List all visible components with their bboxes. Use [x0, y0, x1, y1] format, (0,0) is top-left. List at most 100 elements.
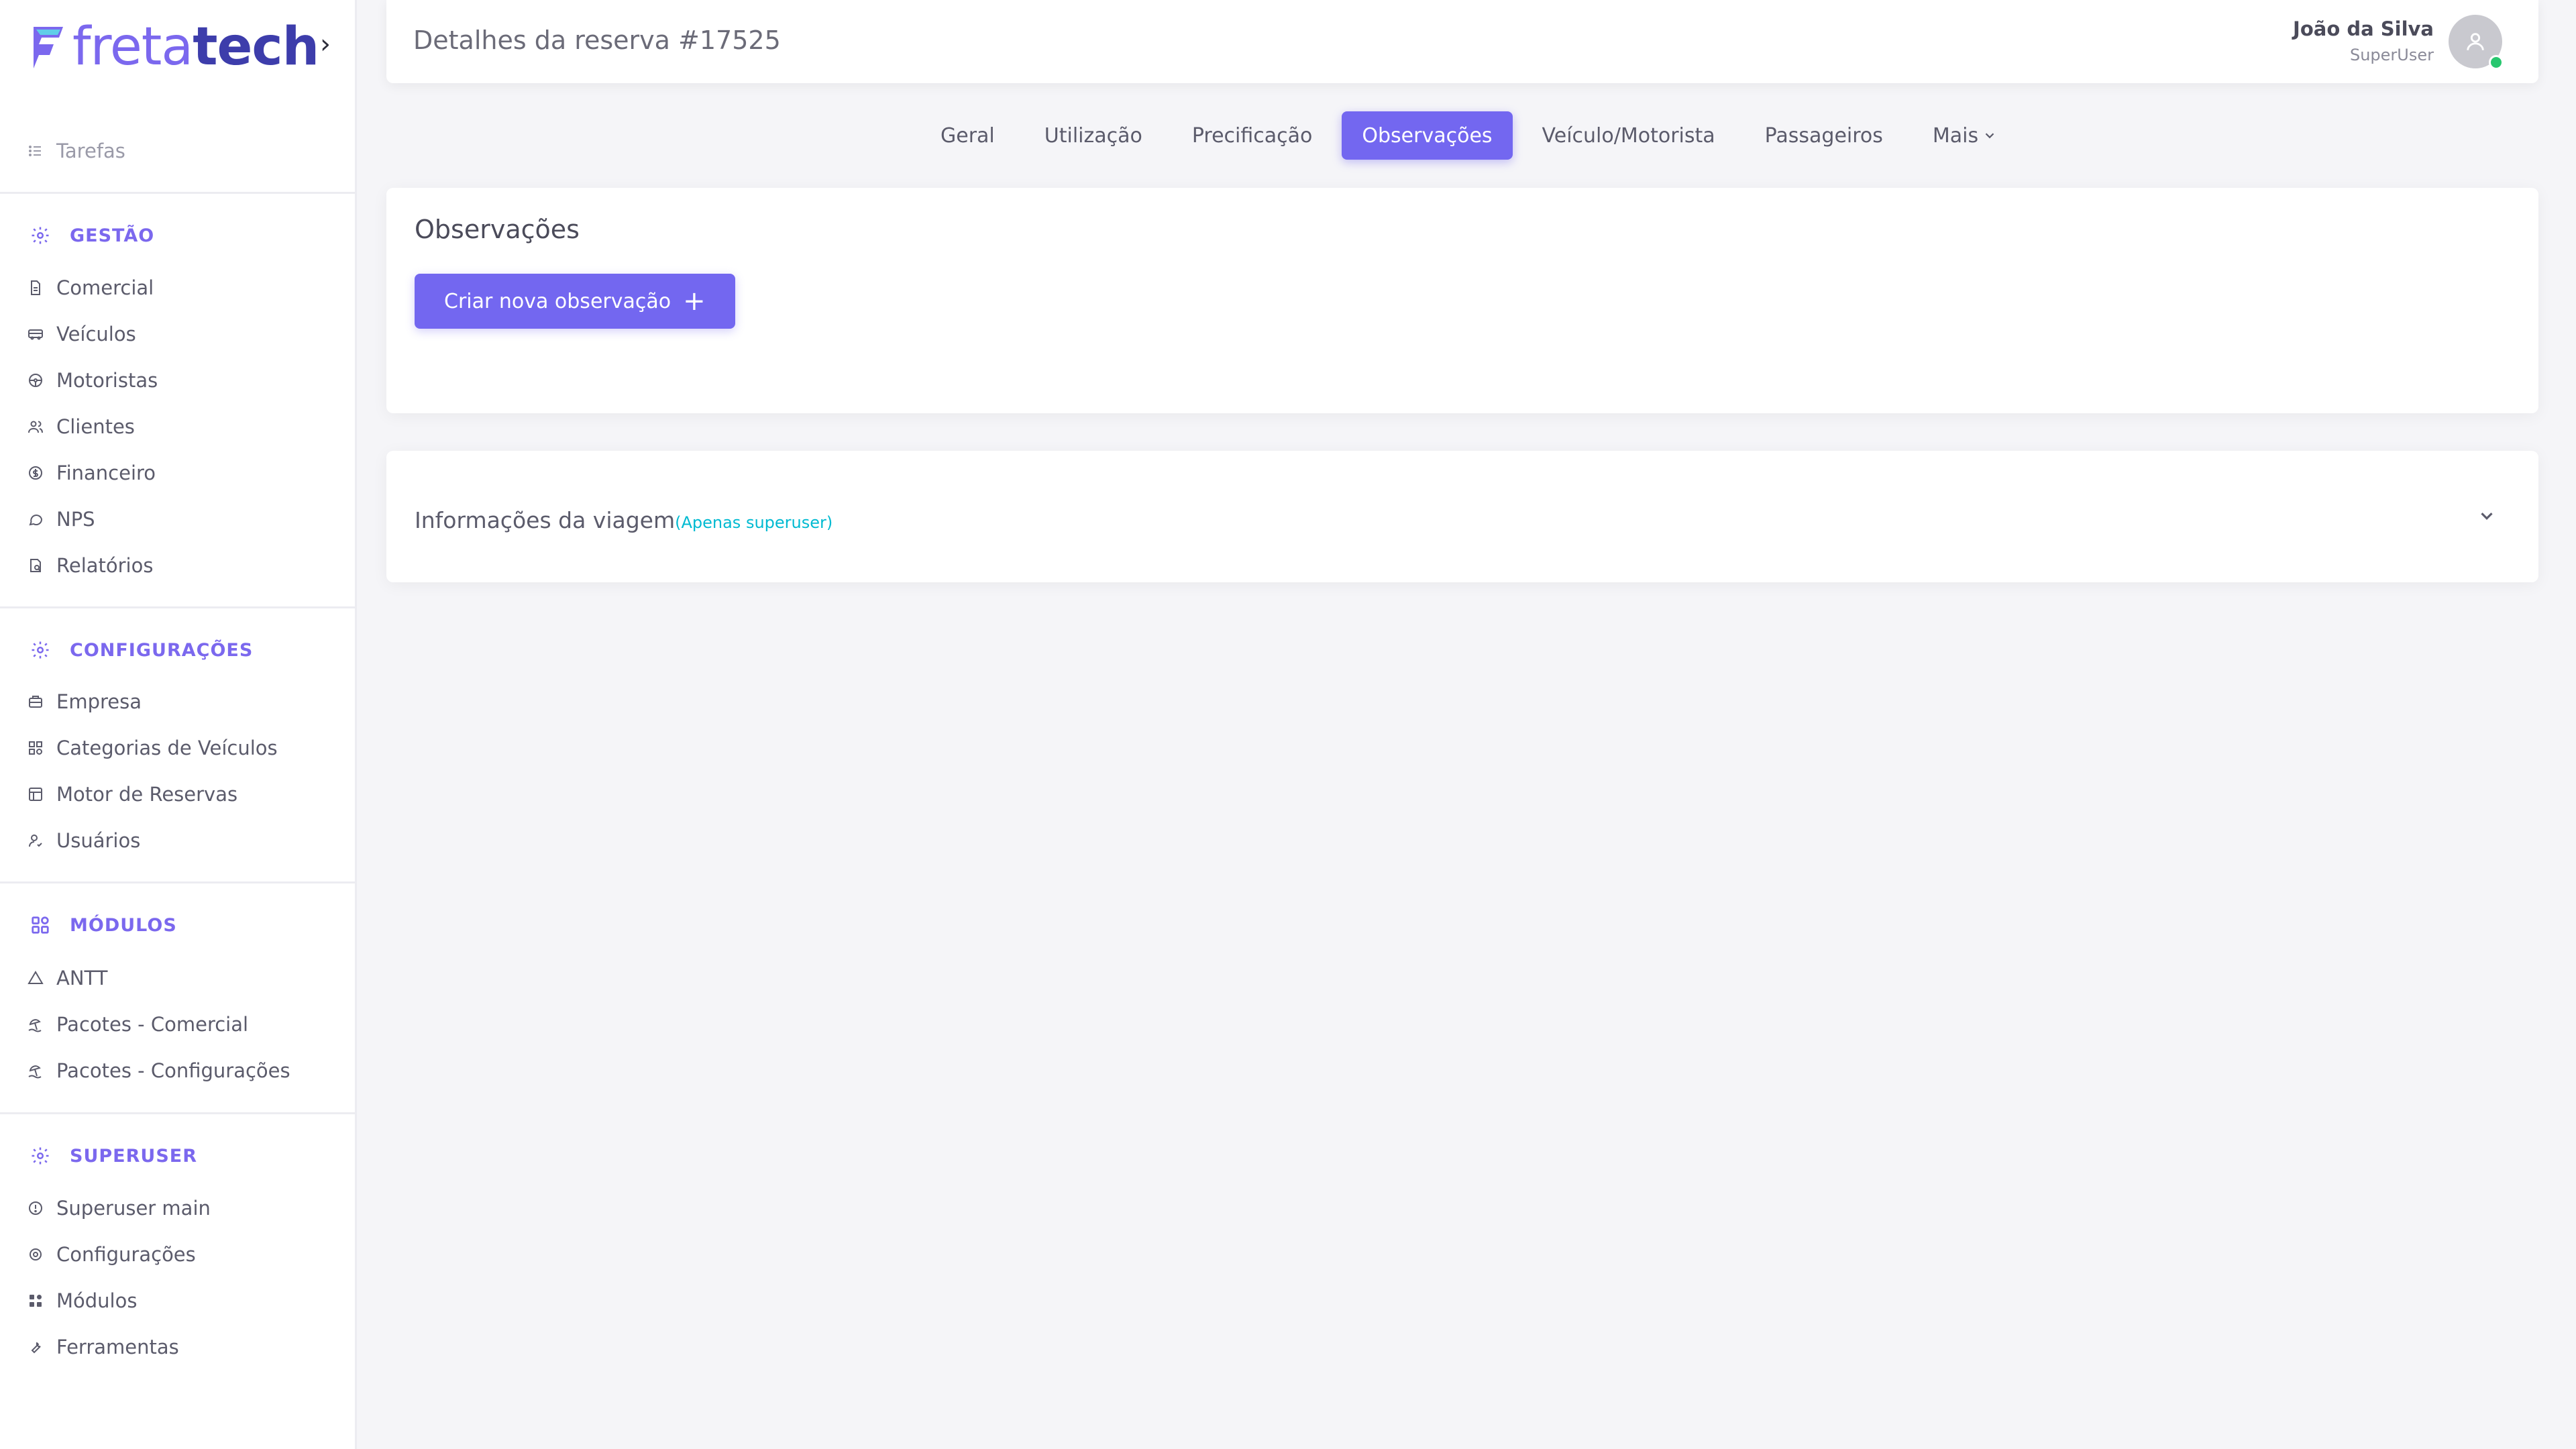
gear-icon [30, 225, 51, 246]
modules-icon [27, 1292, 44, 1309]
button-label: Criar nova observação [444, 289, 672, 313]
sidebar-item-usuarios[interactable]: Usuários [27, 824, 140, 857]
sidebar-item-motoristas[interactable]: Motoristas [27, 364, 158, 397]
document-icon [27, 279, 44, 297]
section-title: CONFIGURAÇÕES [70, 639, 254, 661]
tab-label: Utilização [1044, 123, 1142, 148]
sidebar-item-label: Clientes [56, 415, 135, 438]
sidebar-item-nps[interactable]: NPS [27, 502, 95, 536]
tab-geral[interactable]: Geral [920, 111, 1015, 160]
beach-icon [27, 1062, 44, 1079]
brand-name: fretatech [72, 21, 319, 73]
trip-info-header: Informações da viagem (Apenas superuser) [415, 507, 833, 533]
chevron-down-icon[interactable] [2477, 506, 2497, 526]
sidebar-item-ferramentas[interactable]: Ferramentas [27, 1330, 179, 1364]
sidebar-divider [0, 1112, 357, 1114]
gear-icon [30, 639, 51, 661]
sidebar-item-label: Financeiro [56, 462, 156, 484]
user-name: João da Silva [2293, 17, 2434, 40]
user-role: SuperUser [2349, 46, 2434, 64]
gear-icon [30, 1145, 51, 1167]
sidebar-item-label: Relatórios [56, 554, 154, 577]
sidebar-item-clientes[interactable]: Clientes [27, 410, 135, 443]
section-superuser: SUPERUSER [30, 1139, 197, 1173]
brand-name-part1: freta [72, 17, 193, 77]
info-circle-icon [27, 1199, 44, 1217]
sidebar-item-antt[interactable]: ANTT [27, 961, 107, 995]
section-modulos: MÓDULOS [30, 908, 177, 942]
sidebar-item-label: Categorias de Veículos [56, 737, 278, 759]
sidebar-item-categorias-veiculos[interactable]: Categorias de Veículos [27, 731, 278, 765]
plus-icon: + [683, 286, 706, 317]
sidebar-item-label: NPS [56, 508, 95, 531]
sidebar-divider [0, 606, 357, 608]
sidebar-toggle-chevron-icon[interactable]: › [315, 29, 335, 60]
sidebar: fretatech › Tarefas GESTÃO Comercial Veí… [0, 0, 357, 1449]
section-gestao: GESTÃO [30, 219, 154, 252]
bus-icon [27, 325, 44, 343]
sidebar-item-label: Comercial [56, 276, 154, 299]
sidebar-item-label: Tarefas [56, 140, 125, 162]
section-title: SUPERUSER [70, 1145, 197, 1167]
building-icon [27, 693, 44, 710]
trip-info-card[interactable]: Informações da viagem (Apenas superuser) [386, 451, 2538, 582]
coin-icon [27, 464, 44, 482]
wrench-icon [27, 1338, 44, 1356]
user-menu[interactable]: João da Silva SuperUser [2293, 15, 2504, 70]
sidebar-item-label: Pacotes - Configurações [56, 1059, 290, 1082]
tab-precificacao[interactable]: Precificação [1172, 111, 1333, 160]
sidebar-item-label: Empresa [56, 690, 142, 713]
sidebar-item-label: ANTT [56, 967, 108, 989]
create-observation-button[interactable]: Criar nova observação + [415, 274, 735, 329]
sidebar-item-pacotes-configuracoes[interactable]: Pacotes - Configurações [27, 1054, 290, 1087]
avatar[interactable] [2449, 15, 2504, 70]
sidebar-divider [0, 881, 357, 883]
user-avatar-icon [2467, 33, 2484, 50]
tab-label: Mais [1932, 123, 1979, 148]
sidebar-item-pacotes-comercial[interactable]: Pacotes - Comercial [27, 1008, 248, 1041]
tab-label: Observações [1362, 123, 1493, 148]
brand-name-part2: tech [193, 17, 319, 77]
brand-logo[interactable]: fretatech [30, 20, 319, 74]
triangle-icon [27, 969, 44, 987]
card-title: Observações [415, 215, 580, 244]
online-status-dot [2489, 55, 2504, 70]
sidebar-item-label: Veículos [56, 323, 136, 345]
sidebar-item-label: Pacotes - Comercial [56, 1013, 249, 1036]
observations-card: Observações Criar nova observação + [386, 188, 2538, 413]
sidebar-item-comercial[interactable]: Comercial [27, 271, 154, 305]
page-title: Detalhes da reserva #17525 [413, 25, 781, 55]
section-title: GESTÃO [70, 225, 155, 246]
tab-mais[interactable]: Mais [1913, 111, 2017, 160]
table-icon [27, 786, 44, 803]
tab-passageiros[interactable]: Passageiros [1745, 111, 1903, 160]
tab-label: Geral [941, 123, 995, 148]
tab-utilizacao[interactable]: Utilização [1024, 111, 1163, 160]
top-header: Detalhes da reserva #17525 João da Silva… [386, 0, 2538, 83]
tab-label: Passageiros [1764, 123, 1883, 148]
user-icon [27, 832, 44, 849]
sidebar-item-tarefas[interactable]: Tarefas [27, 134, 125, 168]
sidebar-divider [0, 192, 357, 194]
list-icon [27, 142, 44, 160]
sidebar-item-relatorios[interactable]: Relatórios [27, 549, 153, 582]
modules-icon [30, 914, 51, 936]
users-icon [27, 418, 44, 435]
sidebar-item-financeiro[interactable]: Financeiro [27, 456, 156, 490]
sidebar-item-label: Ferramentas [56, 1336, 179, 1358]
sidebar-item-veiculos[interactable]: Veículos [27, 317, 136, 351]
tab-veiculo-motorista[interactable]: Veículo/Motorista [1522, 111, 1735, 160]
sidebar-item-label: Motor de Reservas [56, 783, 238, 806]
sidebar-item-superuser-main[interactable]: Superuser main [27, 1191, 211, 1225]
tab-observacoes[interactable]: Observações [1342, 111, 1513, 160]
tab-label: Precificação [1191, 123, 1313, 148]
sidebar-item-configuracoes[interactable]: Configurações [27, 1238, 196, 1271]
sidebar-item-empresa[interactable]: Empresa [27, 685, 142, 718]
report-icon [27, 557, 44, 574]
beach-icon [27, 1016, 44, 1033]
tab-label: Veículo/Motorista [1542, 123, 1715, 148]
sidebar-item-label: Configurações [56, 1243, 196, 1266]
sidebar-item-motor-reservas[interactable]: Motor de Reservas [27, 777, 237, 811]
sidebar-item-modulos[interactable]: Módulos [27, 1284, 137, 1318]
sidebar-item-label: Usuários [56, 829, 141, 852]
